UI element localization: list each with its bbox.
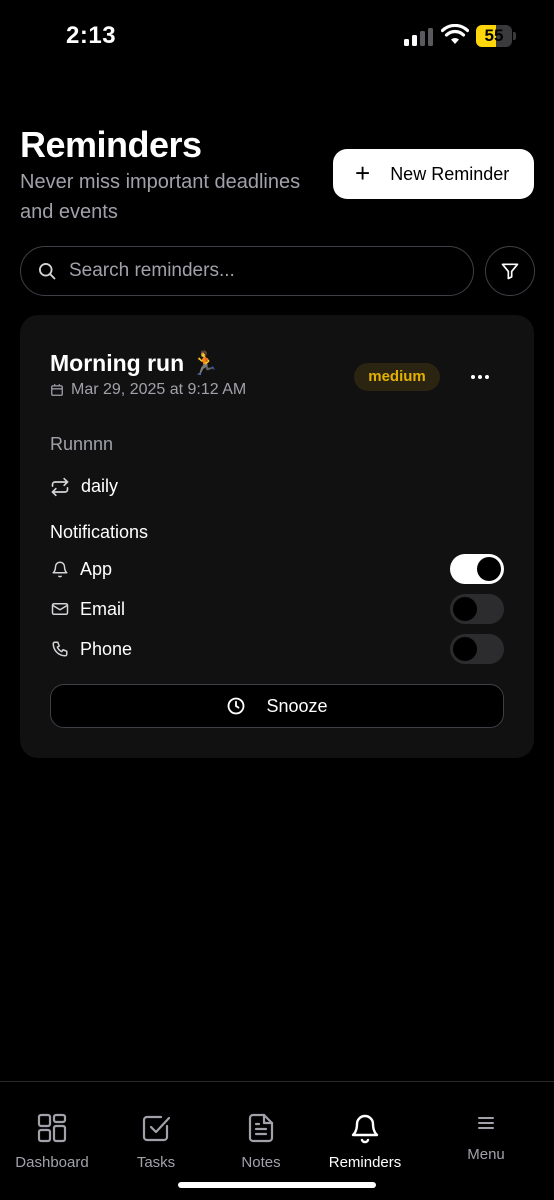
bell-icon (50, 559, 70, 579)
tab-dashboard[interactable]: Dashboard (0, 1110, 107, 1171)
tab-label: Reminders (328, 1154, 402, 1171)
reminder-date: Mar 29, 2025 at 9:12 AM (50, 381, 246, 399)
page-title: Reminders (20, 124, 202, 165)
plus-icon: + (355, 157, 371, 188)
tab-notes[interactable]: Notes (206, 1110, 316, 1171)
calendar-icon (51, 384, 63, 396)
tab-label: Menu (467, 1146, 505, 1163)
filter-button[interactable] (485, 246, 535, 296)
search-icon (39, 263, 56, 280)
reminder-date-text: Mar 29, 2025 at 9:12 AM (71, 381, 247, 398)
new-reminder-button[interactable]: + New Reminder (333, 149, 534, 199)
battery-percentage: 55 (484, 26, 504, 45)
tab-tasks[interactable]: Tasks (101, 1110, 211, 1171)
cellular-signal-icon (404, 28, 433, 46)
repeat-label: daily (81, 476, 119, 496)
notification-label: App (80, 558, 113, 579)
priority-badge: medium (354, 363, 440, 391)
phone-notification-toggle[interactable] (450, 634, 504, 664)
phone-icon (50, 639, 70, 659)
reminder-title: Morning run 🏃 (50, 350, 220, 376)
tab-label: Dashboard (15, 1154, 89, 1171)
repeat-info: daily (50, 476, 118, 497)
tab-reminders[interactable]: Reminders (310, 1110, 420, 1171)
home-indicator (178, 1182, 376, 1188)
tasks-icon (140, 1110, 172, 1146)
snooze-label: Snooze (266, 695, 328, 716)
search-input[interactable] (69, 260, 449, 282)
new-reminder-label: New Reminder (390, 163, 510, 184)
snooze-button[interactable]: Snooze (50, 684, 504, 728)
menu-icon (477, 1108, 495, 1138)
repeat-icon (51, 477, 69, 496)
tab-label: Tasks (136, 1154, 176, 1171)
battery-indicator: 55 (476, 25, 516, 47)
tab-label: Notes (241, 1154, 281, 1171)
notification-label: Phone (80, 638, 133, 659)
status-bar: 2:13 55 (0, 0, 554, 70)
app-notification-toggle[interactable] (450, 554, 504, 584)
notification-row-email: Email (50, 594, 504, 624)
tab-menu[interactable]: Menu (431, 1108, 541, 1163)
notes-icon (245, 1110, 277, 1146)
notification-label: Email (80, 598, 126, 619)
search-bar[interactable] (20, 246, 474, 296)
notifications-heading: Notifications (50, 522, 149, 542)
email-notification-toggle[interactable] (450, 594, 504, 624)
reminders-screen: 2:13 55 Reminders Never miss important d… (0, 0, 554, 1200)
more-options-button[interactable] (468, 367, 492, 387)
clock-icon (228, 697, 245, 715)
filter-icon (501, 263, 519, 280)
notification-row-app: App (50, 554, 504, 584)
bell-icon (349, 1110, 381, 1146)
notification-row-phone: Phone (50, 634, 504, 664)
wifi-icon (441, 24, 469, 44)
status-time: 2:13 (66, 22, 117, 49)
mail-icon (50, 599, 70, 619)
dashboard-icon (36, 1110, 68, 1146)
reminder-card[interactable]: Morning run 🏃 Mar 29, 2025 at 9:12 AM me… (20, 315, 534, 758)
page-subtitle: Never miss important deadlines and event… (20, 171, 301, 223)
reminder-description: Runnnn (50, 434, 114, 454)
